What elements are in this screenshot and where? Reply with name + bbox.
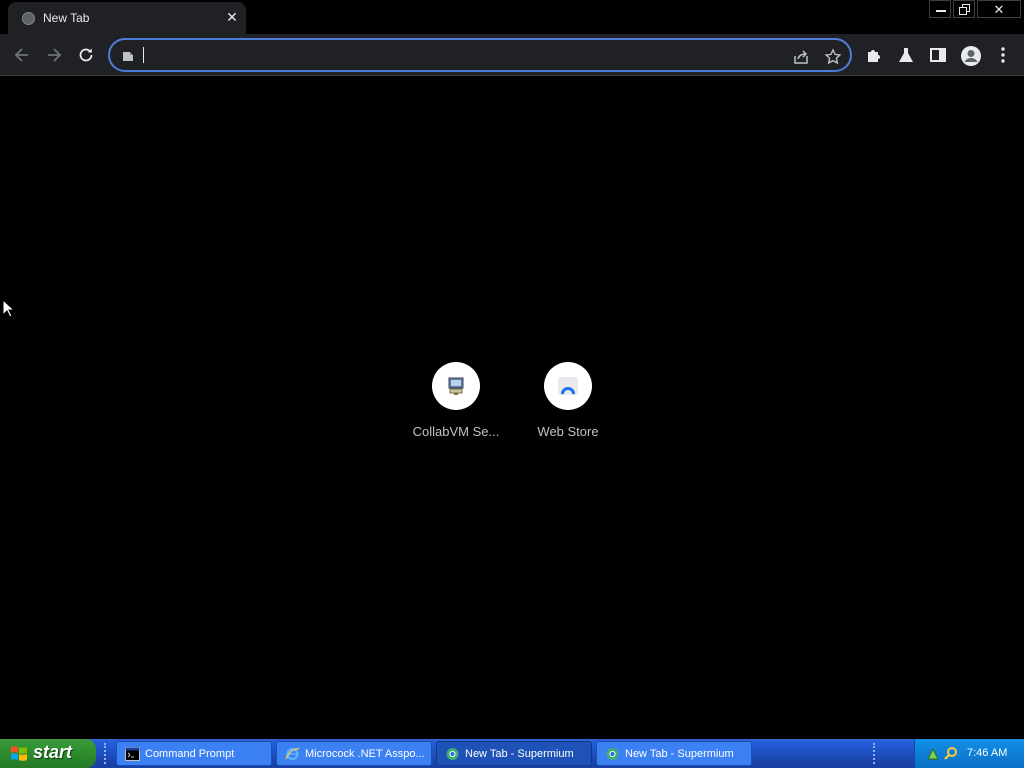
profile-button[interactable] xyxy=(955,40,985,70)
shortcut-tile-web-store[interactable]: Web Store xyxy=(512,362,624,452)
taskbar-button-supermium-2[interactable]: New Tab - Supermium xyxy=(596,741,752,766)
command-prompt-icon xyxy=(125,747,140,761)
task-label: Command Prompt xyxy=(145,748,235,760)
search-icon[interactable] xyxy=(943,746,959,762)
tab-title: New Tab xyxy=(43,11,90,25)
tab-strip: New Tab ✕ ✕ xyxy=(0,0,1024,34)
kebab-menu-icon xyxy=(1001,47,1005,63)
star-icon xyxy=(824,48,842,65)
globe-icon xyxy=(22,12,35,25)
page-icon xyxy=(123,52,133,61)
arrow-left-icon xyxy=(14,48,28,62)
reload-button[interactable] xyxy=(71,40,101,70)
new-tab-page: CollabVM Se... Web Store xyxy=(0,77,1024,739)
system-tray: 7:46 AM xyxy=(914,739,1024,768)
taskbar-button-supermium-1[interactable]: New Tab - Supermium xyxy=(436,741,592,766)
network-icon[interactable] xyxy=(925,746,941,762)
shortcut-label: CollabVM Se... xyxy=(412,424,500,439)
restore-button[interactable] xyxy=(953,0,975,18)
shortcut-label: Web Store xyxy=(537,424,599,439)
share-button[interactable] xyxy=(790,46,812,68)
labs-button[interactable] xyxy=(891,40,921,70)
task-label: Microcock .NET Asspo... xyxy=(305,748,425,760)
share-icon xyxy=(794,50,808,64)
shortcut-tile-collabvm[interactable]: CollabVM Se... xyxy=(400,362,512,452)
task-label: New Tab - Supermium xyxy=(625,748,734,760)
address-input[interactable] xyxy=(142,46,782,66)
tab-new-tab[interactable]: New Tab ✕ xyxy=(8,2,246,34)
mouse-pointer-icon xyxy=(2,299,14,318)
omnibox[interactable] xyxy=(108,38,852,72)
bookmark-star-button[interactable] xyxy=(822,46,844,68)
supermium-icon xyxy=(446,748,459,760)
clock[interactable]: 7:46 AM xyxy=(967,747,1007,759)
puzzle-icon xyxy=(868,50,880,62)
back-button[interactable] xyxy=(7,40,37,70)
taskbar-grip[interactable] xyxy=(104,743,108,764)
taskbar: start Command Prompt Microcock .NET Assp… xyxy=(0,739,1024,768)
close-window-button[interactable]: ✕ xyxy=(977,0,1021,18)
forward-button[interactable] xyxy=(39,40,69,70)
extensions-button[interactable] xyxy=(859,40,889,70)
web-store-icon xyxy=(544,362,592,410)
supermium-icon xyxy=(606,748,619,760)
minimize-button[interactable] xyxy=(929,0,951,18)
windows-flag-icon xyxy=(11,746,27,761)
text-caret xyxy=(143,47,144,63)
start-button[interactable]: start xyxy=(0,739,96,768)
side-panel-icon xyxy=(930,48,946,62)
avatar-icon xyxy=(961,46,981,66)
reload-icon xyxy=(79,48,93,62)
minimize-icon xyxy=(936,10,946,12)
taskbar-grip[interactable] xyxy=(873,743,877,764)
taskbar-button-ie[interactable]: Microcock .NET Asspo... xyxy=(276,741,432,766)
tab-close-button[interactable]: ✕ xyxy=(223,8,241,26)
collabvm-icon xyxy=(432,362,480,410)
side-panel-button[interactable] xyxy=(923,40,953,70)
task-label: New Tab - Supermium xyxy=(465,748,574,760)
close-icon: ✕ xyxy=(993,2,1005,17)
browser-toolbar xyxy=(0,34,1024,76)
flask-icon xyxy=(899,48,913,62)
menu-button[interactable] xyxy=(988,40,1018,70)
taskbar-button-command-prompt[interactable]: Command Prompt xyxy=(116,741,272,766)
internet-explorer-icon xyxy=(285,747,300,761)
arrow-right-icon xyxy=(48,48,62,62)
start-label: start xyxy=(33,742,73,762)
